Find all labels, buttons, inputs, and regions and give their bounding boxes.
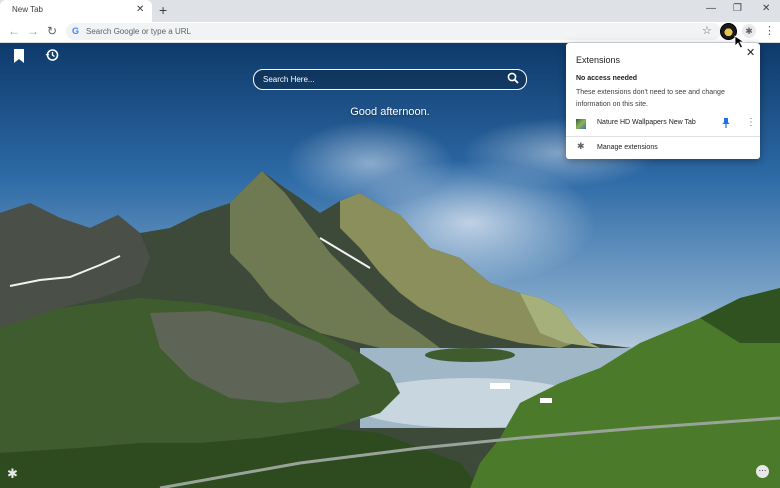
extension-thumbnail-icon bbox=[576, 119, 586, 129]
bookmark-star-icon[interactable]: ☆ bbox=[702, 24, 712, 37]
section-description: These extensions don't need to see and c… bbox=[576, 89, 725, 108]
browser-toolbar: ← → ↻ G Search Google or type a URL bbox=[0, 22, 780, 43]
tab-strip: New Tab ✕ + — ❐ ✕ bbox=[0, 0, 780, 22]
extension-more-icon[interactable]: ⋮ bbox=[746, 117, 756, 128]
reload-button[interactable]: ↻ bbox=[47, 24, 57, 38]
forward-button[interactable]: → bbox=[27, 24, 39, 38]
bookmark-icon[interactable] bbox=[13, 49, 25, 66]
window-close-button[interactable]: ✕ bbox=[762, 3, 770, 14]
popup-title: Extensions bbox=[576, 55, 621, 65]
tab-new-tab[interactable]: New Tab ✕ bbox=[0, 0, 152, 22]
mouse-cursor-icon bbox=[734, 35, 746, 49]
google-icon: G bbox=[72, 26, 80, 36]
manage-extensions-button[interactable]: ✱ Manage extensions bbox=[566, 139, 760, 157]
tab-close-icon[interactable]: ✕ bbox=[136, 4, 144, 16]
popup-divider bbox=[566, 136, 760, 137]
section-title: No access needed bbox=[576, 75, 638, 82]
restore-button[interactable]: ❐ bbox=[733, 3, 742, 14]
apps-menu-icon[interactable]: ⋯ bbox=[756, 465, 769, 478]
tab-title: New Tab bbox=[12, 5, 43, 14]
extension-name: Nature HD Wallpapers New Tab bbox=[597, 119, 696, 126]
search-input[interactable]: Search Here... bbox=[263, 75, 315, 84]
new-tab-button[interactable]: + bbox=[159, 2, 167, 18]
manage-gear-icon: ✱ bbox=[577, 141, 585, 151]
extensions-popup: Extensions ✕ No access needed These exte… bbox=[566, 43, 760, 159]
omnibox-placeholder: Search Google or type a URL bbox=[86, 27, 191, 36]
minimize-button[interactable]: — bbox=[706, 3, 716, 14]
wallpaper-search-box[interactable]: Search Here... bbox=[253, 69, 527, 90]
extension-item[interactable]: Nature HD Wallpapers New Tab ⋮ bbox=[566, 115, 760, 133]
pin-icon[interactable] bbox=[722, 118, 730, 130]
search-icon[interactable] bbox=[507, 72, 519, 87]
manage-extensions-label: Manage extensions bbox=[597, 144, 658, 151]
gear-icon[interactable]: ✱ bbox=[7, 466, 18, 482]
back-button[interactable]: ← bbox=[8, 24, 20, 38]
omnibox[interactable]: G Search Google or type a URL bbox=[66, 23, 721, 40]
greeting-text: Good afternoon. bbox=[350, 106, 430, 118]
chrome-menu-icon[interactable]: ⋮ bbox=[764, 24, 775, 37]
history-icon[interactable] bbox=[45, 48, 59, 65]
